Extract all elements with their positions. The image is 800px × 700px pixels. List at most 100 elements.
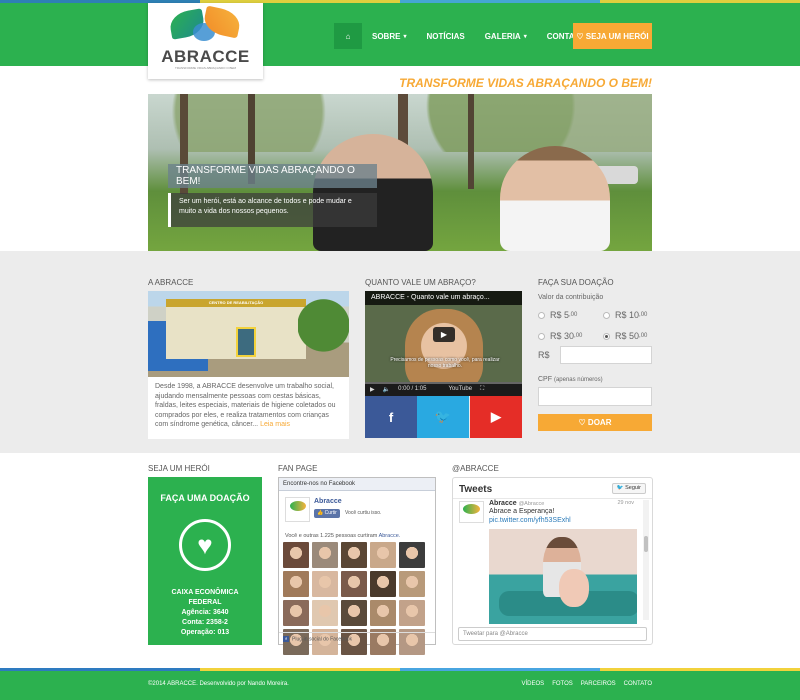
seja-um-heroi-button[interactable]: ♡ SEJA UM HERÓI (573, 23, 652, 49)
about-text: Desde 1998, a ABRACCE desenvolve um trab… (155, 383, 336, 429)
page-tagline: TRANSFORME VIDAS ABRAÇANDO O BEM! (399, 76, 652, 90)
like-button[interactable]: 👍 Curtir (314, 509, 340, 518)
fan-avatar[interactable] (370, 600, 396, 626)
nav-item-noticias[interactable]: NOTÍCIAS (416, 23, 474, 49)
tweet-compose-input[interactable]: Tweetar para @Abracce (458, 627, 647, 641)
about-text-card: Desde 1998, a ABRACCE desenvolve um trab… (148, 377, 349, 439)
play-control-icon[interactable]: ▶ (370, 386, 375, 393)
radio-button[interactable] (538, 332, 545, 340)
video-progress-bar[interactable] (365, 382, 522, 384)
fan-avatar[interactable] (312, 542, 338, 568)
tweet-avatar[interactable] (459, 501, 484, 523)
liked-status: Você curtiu isso. (345, 510, 382, 516)
option-amount: R$ 10 (615, 310, 640, 320)
follow-button[interactable]: 🐦 Seguir (611, 483, 646, 494)
fan-avatar[interactable] (399, 542, 425, 568)
cpf-input[interactable] (538, 387, 652, 406)
chevron-down-icon: ▾ (403, 33, 407, 40)
footer-link-videos[interactable]: VÍDEOS (522, 681, 545, 687)
option-cents: ,00 (569, 312, 578, 318)
fan-avatar[interactable] (341, 571, 367, 597)
fan-avatar[interactable] (341, 600, 367, 626)
video-thumbnail-face (405, 309, 483, 391)
tweet-author[interactable]: Abracce @Abracce (489, 500, 544, 507)
tweet-text: Abrace a Esperança! (489, 508, 555, 515)
fan-avatar[interactable] (283, 600, 309, 626)
fan-avatar[interactable] (370, 571, 396, 597)
amount-currency-label: R$ (538, 350, 550, 360)
logo-name: ABRACCE (161, 47, 250, 66)
tweet-date[interactable]: 29 nov (617, 500, 634, 506)
scrollbar-thumb[interactable] (644, 536, 648, 552)
nav-item-galeria[interactable]: GALERIA ▾ (475, 23, 537, 49)
twitter-icon: 🐦 (434, 409, 452, 424)
footer-bar (0, 668, 800, 700)
like-count-text: Você e outras 1.225 pessoas curtiram (285, 533, 378, 539)
read-more-link[interactable]: Leia mais (260, 421, 290, 428)
like-count-link[interactable]: Abracce. (379, 533, 401, 539)
youtube-share-button[interactable]: ▶ (470, 396, 522, 438)
donate-box[interactable]: FAÇA UMA DOAÇÃO ♥ CAIXA ECONÔMICA FEDERA… (148, 477, 262, 645)
donation-option-5[interactable]: R$ 5,00 (538, 310, 577, 320)
twitter-share-button[interactable]: 🐦 (417, 396, 469, 438)
donation-option-30[interactable]: R$ 30,00 (538, 331, 582, 341)
amount-input[interactable] (560, 346, 652, 364)
photo-trees (298, 291, 349, 377)
twitter-section-title: @ABRACCE (452, 464, 499, 473)
page-name-link[interactable]: Abracce (314, 498, 342, 505)
site-logo[interactable]: ABRACCE TRANSFORME VIDAS ABRAÇANDO O BEM (148, 3, 263, 79)
fan-avatar[interactable] (283, 542, 309, 568)
fan-avatar[interactable] (312, 600, 338, 626)
facebook-share-button[interactable]: f (365, 396, 417, 438)
cpf-hint: (apenas números) (553, 377, 603, 383)
bank-details: CAIXA ECONÔMICA FEDERAL Agência: 3640 Co… (148, 588, 262, 638)
nav-home[interactable]: ⌂ (334, 23, 362, 49)
heart-icon[interactable]: ♥ (179, 519, 231, 571)
photo-sign: CENTRO DE REABILITAÇÃO (208, 300, 264, 305)
nav-label: NOTÍCIAS (426, 31, 465, 41)
footer-link-fotos[interactable]: FOTOS (552, 681, 573, 687)
bank-line: FEDERAL (188, 599, 222, 606)
donation-option-50[interactable]: R$ 50,00 (603, 331, 647, 341)
footer-link-parceiros[interactable]: PARCEIROS (581, 681, 616, 687)
volume-icon[interactable]: 🔈 (383, 386, 390, 393)
youtube-logo[interactable]: YouTube (448, 386, 472, 392)
plugin-label: Plug-in social do Facebook (292, 636, 353, 643)
fan-avatar[interactable] (312, 571, 338, 597)
fan-avatar[interactable] (370, 542, 396, 568)
nav-item-sobre[interactable]: SOBRE ▾ (362, 23, 416, 49)
video-title[interactable]: ABRACCE - Quanto vale um abraço... (365, 291, 522, 305)
radio-button[interactable] (603, 311, 610, 319)
fan-avatar[interactable] (341, 542, 367, 568)
tweet-author-name: Abracce (489, 500, 517, 507)
like-count: Você e outras 1.225 pessoas curtiram Abr… (285, 533, 400, 539)
tweet-link[interactable]: pic.twitter.com/yfh53SExhl (489, 517, 571, 524)
video-player[interactable]: ABRACCE - Quanto vale um abraço... ▶ Pre… (365, 291, 522, 396)
donation-option-10[interactable]: R$ 10,00 (603, 310, 647, 320)
footer-link-contato[interactable]: CONTATO (624, 681, 652, 687)
play-icon[interactable]: ▶ (433, 327, 455, 342)
radio-button-selected[interactable] (603, 332, 610, 340)
hero-caption-title: TRANSFORME VIDAS ABRAÇANDO O BEM! (168, 164, 377, 188)
about-section-title: A ABRACCE (148, 278, 194, 287)
tweets-scrollbar[interactable] (643, 500, 649, 620)
facebook-widget: Encontre-nos no Facebook Abracce 👍 Curti… (278, 477, 436, 655)
nav-label: GALERIA (484, 31, 521, 41)
video-controls: ▶ 🔈 0:00 / 1:05 YouTube ⛶ (365, 382, 522, 396)
hero-person-woman (500, 146, 610, 251)
radio-button[interactable] (538, 311, 545, 319)
fan-avatar[interactable] (283, 571, 309, 597)
video-time: 0:00 / 1:05 (398, 386, 427, 392)
avatar-logo (463, 504, 480, 514)
cpf-label: CPF (apenas números) (538, 376, 603, 383)
fullscreen-icon[interactable]: ⛶ (480, 386, 484, 393)
doar-button[interactable]: ♡ DOAR (538, 414, 652, 431)
facebook-plugin-footer[interactable]: f Plug-in social do Facebook (279, 632, 435, 644)
fan-avatar[interactable] (399, 571, 425, 597)
option-amount: R$ 5 (550, 310, 570, 320)
footer-nav: VÍDEOS FOTOS PARCEIROS CONTATO (522, 681, 653, 687)
tweet-photo[interactable] (489, 529, 637, 624)
fan-avatar[interactable] (399, 600, 425, 626)
logo-tagline: TRANSFORME VIDAS ABRAÇANDO O BEM (174, 66, 236, 70)
page-avatar[interactable] (285, 497, 310, 522)
